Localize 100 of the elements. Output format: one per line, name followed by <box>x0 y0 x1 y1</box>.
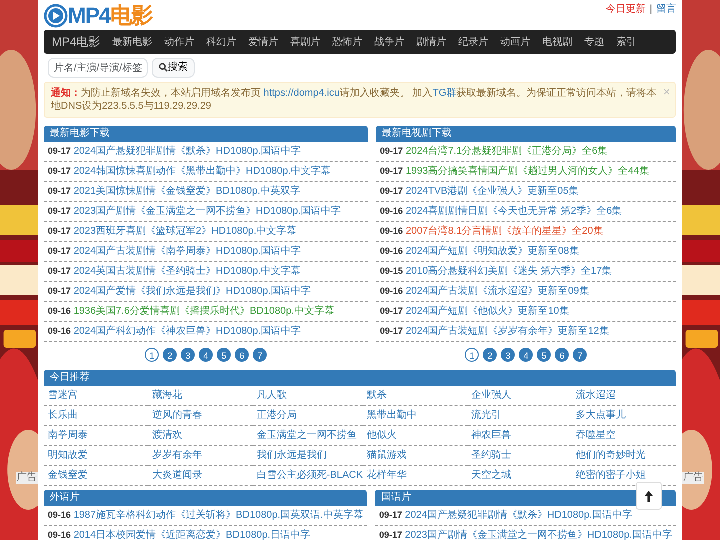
date: 09-17 <box>48 286 72 296</box>
title-link[interactable]: 2024国产爱情《我们永远是我们》HD1080p.国语中字 <box>74 286 312 297</box>
nav-link[interactable]: 剧情片 <box>416 34 447 50</box>
date: 09-16 <box>380 246 404 256</box>
title-link[interactable]: 天空之城 <box>468 466 572 486</box>
title-link[interactable]: 2024国产短剧《明知故爱》更新至08集 <box>406 246 580 257</box>
page-link[interactable]: 4 <box>199 348 214 362</box>
separator: | <box>650 3 652 17</box>
nav-link[interactable]: 专题 <box>584 34 605 50</box>
title-link[interactable]: 2024国产古装剧情《南拳周泰》HD1080p.国语中字 <box>74 246 302 257</box>
title-link[interactable]: 凡人歌 <box>252 386 364 406</box>
title-link[interactable]: 白雪公主必须死-BLACK <box>252 466 364 486</box>
title-link[interactable]: 猫鼠游戏 <box>363 446 468 466</box>
title-link[interactable]: 藏海花 <box>148 386 253 406</box>
title-link[interactable]: 2023西班牙喜剧《篮球冠军2》HD1080p.中文字幕 <box>74 226 297 237</box>
title-link[interactable]: 2024台湾7.1分悬疑犯罪剧《正港分局》全6集 <box>406 146 608 157</box>
page-link[interactable]: 7 <box>573 348 588 362</box>
date: 09-17 <box>48 206 72 216</box>
nav-link[interactable]: 战争片 <box>374 34 405 50</box>
title-link[interactable]: 2024国产短剧《他似火》更新至10集 <box>406 306 570 317</box>
nav-link[interactable]: 纪录片 <box>458 34 489 50</box>
brand-link[interactable]: MP4电影 <box>52 33 101 51</box>
title-link[interactable]: 2021美国惊悚剧情《金钱窒爱》BD1080p.中英双字 <box>74 186 301 197</box>
title-link[interactable]: 2010高分悬疑科幻美剧《迷失 第六季》全17集 <box>406 266 612 277</box>
title-link[interactable]: 流光引 <box>468 406 572 426</box>
page-link[interactable]: 6 <box>555 348 570 362</box>
title-link[interactable]: 雪迷宫 <box>44 386 148 406</box>
title-link[interactable]: 逆风的青春 <box>148 406 253 426</box>
page-link[interactable]: 2 <box>483 348 498 362</box>
title-link[interactable]: 明知故爱 <box>44 446 148 466</box>
title-link[interactable]: 长乐曲 <box>44 406 148 426</box>
page-link[interactable]: 2 <box>163 348 178 362</box>
page-link[interactable]: 1 <box>465 348 480 362</box>
title-link[interactable]: 大炎道闻录 <box>148 466 253 486</box>
title-link[interactable]: 2023国产剧情《金玉满堂之一网不捞鱼》HD1080p.国语中字 <box>74 206 342 217</box>
top-link[interactable]: 今日更新 <box>606 2 646 17</box>
title-link[interactable]: 1987施瓦辛格科幻动作《过关斩将》BD1080p.国英双语.中英字幕 <box>74 510 364 521</box>
title-link[interactable]: 2024国产古装短剧《岁岁有余年》更新至12集 <box>406 326 610 337</box>
nav-link[interactable]: 索引 <box>616 34 637 50</box>
title-link[interactable]: 他们的奇妙时光 <box>572 446 676 466</box>
date: 09-17 <box>379 510 402 520</box>
nav-link[interactable]: 电视剧 <box>542 34 573 50</box>
page-link[interactable]: 5 <box>537 348 552 362</box>
title-link[interactable]: 2024国产古装剧《流水迢迢》更新至09集 <box>406 286 590 297</box>
date: 09-17 <box>380 326 404 336</box>
nav-link[interactable]: 喜剧片 <box>290 34 321 50</box>
arrow-up-icon <box>645 490 654 502</box>
title-link[interactable]: 2024国产悬疑犯罪剧情《默杀》HD1080p.国语中字 <box>405 510 632 521</box>
title-link[interactable]: 渡清欢 <box>148 426 253 446</box>
page-link[interactable]: 3 <box>501 348 516 362</box>
panel-header: 最新电影下载 <box>44 126 368 142</box>
title-link[interactable]: 企业强人 <box>468 386 572 406</box>
back-to-top-button[interactable] <box>636 482 662 510</box>
title-link[interactable]: 圣约骑士 <box>468 446 572 466</box>
title-link[interactable]: 2014日本校园爱情《近距离恋爱》BD1080p.日语中字 <box>74 530 311 540</box>
nav-link[interactable]: 科幻片 <box>206 34 237 50</box>
title-link[interactable]: 1993高分搞笑喜情国产剧《趟过男人河的女人》全44集 <box>406 166 650 177</box>
title-link[interactable]: 2024喜剧剧情日剧《今天也无异常 第2季》全6集 <box>406 206 622 217</box>
nav-link[interactable]: 动作片 <box>164 34 195 50</box>
nav-link[interactable]: 爱情片 <box>248 34 279 50</box>
page-link[interactable]: 7 <box>253 348 268 362</box>
title-link[interactable]: 岁岁有余年 <box>148 446 253 466</box>
page-link[interactable]: 3 <box>181 348 196 362</box>
title-link[interactable]: 我们永远是我们 <box>252 446 364 466</box>
title-link[interactable]: 2024国产科幻动作《神农巨兽》HD1080p.国语中字 <box>74 326 302 337</box>
notice-link[interactable]: TG群 <box>432 88 457 99</box>
panel-header: 今日推荐 <box>44 370 676 386</box>
page-link[interactable]: 6 <box>235 348 250 362</box>
title-link[interactable]: 金玉满堂之一网不捞鱼 <box>252 426 364 446</box>
title-link[interactable]: 金钱窒爱 <box>44 466 148 486</box>
search-field[interactable]: 片名/主演/导演/标签 <box>48 58 148 78</box>
title-link[interactable]: 南拳周泰 <box>44 426 148 446</box>
logo[interactable]: MP4电影 <box>44 0 152 29</box>
top-link[interactable]: 留言 <box>656 2 676 17</box>
title-link[interactable]: 吞噬星空 <box>572 426 676 446</box>
title-link[interactable]: 多大点事儿 <box>572 406 676 426</box>
title-link[interactable]: 2023国产剧情《金玉满堂之一网不捞鱼》HD1080p.国语中字 <box>405 530 672 540</box>
page-link[interactable]: 5 <box>217 348 232 362</box>
nav-link[interactable]: 最新电影 <box>112 34 153 50</box>
notice-link[interactable]: https://domp4.icu <box>264 88 340 99</box>
play-icon <box>44 4 68 28</box>
title-link[interactable]: 2024韩国惊悚喜剧动作《黑带出勤中》HD1080p.中文字幕 <box>74 166 332 177</box>
nav-link[interactable]: 动画片 <box>500 34 531 50</box>
title-link[interactable]: 2024国产悬疑犯罪剧情《默杀》HD1080p.国语中字 <box>74 146 302 157</box>
date: 09-16 <box>380 286 404 296</box>
title-link[interactable]: 2024英国古装剧情《圣约骑士》HD1080p.中文字幕 <box>74 266 302 277</box>
search-button[interactable]: 搜索 <box>152 58 195 78</box>
title-link[interactable]: 神农巨兽 <box>468 426 572 446</box>
title-link[interactable]: 正港分局 <box>252 406 364 426</box>
title-link[interactable]: 花样年华 <box>363 466 468 486</box>
nav-link[interactable]: 恐怖片 <box>332 34 363 50</box>
title-link[interactable]: 他似火 <box>363 426 468 446</box>
title-link[interactable]: 流水迢迢 <box>572 386 676 406</box>
title-link[interactable]: 黑带出勤中 <box>363 406 468 426</box>
page-link[interactable]: 1 <box>145 348 160 362</box>
page-link[interactable]: 4 <box>519 348 534 362</box>
title-link[interactable]: 默杀 <box>363 386 468 406</box>
title-link[interactable]: 2024TVB港剧《企业强人》更新至05集 <box>406 186 579 197</box>
title-link[interactable]: 1936美国7.6分爱情喜剧《摇摆乐时代》BD1080p.中文字幕 <box>74 306 334 317</box>
title-link[interactable]: 2007台湾8.1分言情剧《放羊的星星》全20集 <box>406 226 604 237</box>
